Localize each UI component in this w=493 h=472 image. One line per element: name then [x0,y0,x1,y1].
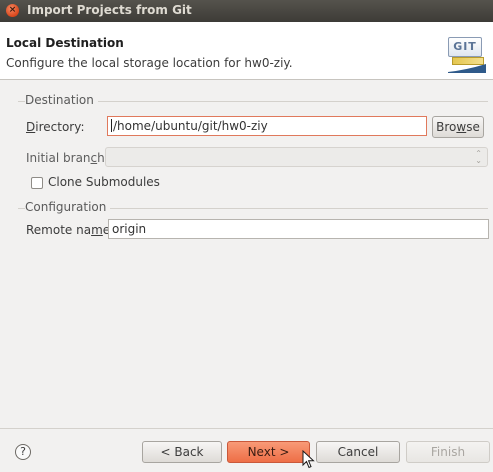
directory-label-rest: irectory: [35,120,85,134]
directory-label-mnemonic: D [26,120,36,134]
finish-button: Finish [406,441,490,463]
initial-branch-label: Initial branch: [26,151,109,165]
next-button[interactable]: Next > [227,441,310,463]
directory-input-value: /home/ubuntu/git/hw0-ziy [113,119,268,133]
help-icon[interactable]: ? [15,444,31,460]
back-button[interactable]: < Back [142,441,222,463]
remote-name-label-mnemonic: m [91,223,103,237]
mouse-cursor-icon [302,450,315,469]
initial-branch-label-start: Initial bran [26,151,91,165]
footer-separator [0,428,493,429]
browse-label-mnemonic: w [456,120,467,134]
import-git-dialog: × Import Projects from Git Local Destina… [0,0,493,472]
remote-name-input[interactable]: origin [108,219,489,239]
cancel-button[interactable]: Cancel [316,441,400,463]
browse-label-start: Bro [436,120,457,134]
configuration-group-label: Configuration [25,200,111,214]
directory-input[interactable]: /home/ubuntu/git/hw0-ziy [107,116,427,136]
initial-branch-select[interactable]: ⌃ ⌄ [105,147,488,167]
git-logo-wave [448,64,486,73]
browse-button[interactable]: Browse [432,116,484,138]
clone-submodules-label[interactable]: Clone Submodules [48,175,160,189]
title-bar: × Import Projects from Git [0,0,493,22]
clone-submodules-checkbox[interactable] [31,177,43,189]
remote-name-label: Remote name: [26,223,114,237]
git-logo-text: GIT [448,37,482,57]
directory-label: Directory: [26,120,85,134]
text-caret [111,119,112,132]
page-title: Local Destination [6,36,124,50]
page-description: Configure the local storage location for… [6,56,293,70]
browse-label-end: se [466,120,480,134]
spinner-arrows-icon: ⌃ ⌄ [475,149,482,165]
destination-group-label: Destination [25,93,98,107]
close-icon[interactable]: × [6,4,19,17]
header-banner: Local Destination Configure the local st… [0,22,493,80]
git-logo-icon: GIT [448,37,486,73]
remote-name-label-start: Remote na [26,223,92,237]
window-title: Import Projects from Git [27,3,192,17]
